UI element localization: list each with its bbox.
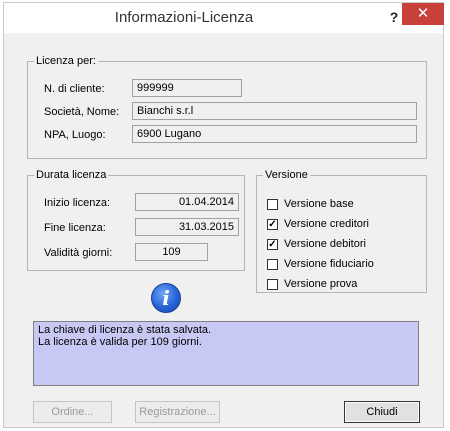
- version-fiduciary-label: Versione fiduciario: [284, 258, 374, 270]
- version-fiduciary-option[interactable]: Versione fiduciario: [267, 257, 374, 271]
- close-button[interactable]: ✕: [402, 3, 444, 25]
- version-debtors-option[interactable]: ✓ Versione debitori: [267, 237, 366, 251]
- title-bar: Informazioni-Licenza ? ✕: [4, 3, 444, 33]
- end-date-label: Fine licenza:: [44, 222, 106, 234]
- version-trial-checkbox[interactable]: [267, 278, 278, 290]
- start-date-label: Inizio licenza:: [44, 197, 111, 209]
- licensee-group-legend: Licenza per:: [36, 55, 96, 67]
- help-button[interactable]: ?: [384, 9, 404, 27]
- version-base-label: Versione base: [284, 198, 354, 210]
- info-icon: i: [151, 283, 181, 313]
- validity-days-label: Validità giorni:: [44, 247, 113, 259]
- version-creditors-checkbox[interactable]: ✓: [267, 218, 278, 230]
- version-group: Versione Versione base ✓ Versione credit…: [256, 169, 427, 293]
- customer-number-field: 999999: [132, 79, 242, 97]
- version-debtors-checkbox[interactable]: ✓: [267, 238, 278, 250]
- start-date-field: 01.04.2014: [135, 193, 239, 211]
- version-base-option[interactable]: Versione base: [267, 197, 354, 211]
- message-line: La chiave di licenza è stata salvata.: [38, 324, 212, 336]
- message-box: La chiave di licenza è stata salvata. La…: [33, 321, 419, 386]
- registration-button[interactable]: Registrazione...: [135, 401, 220, 423]
- version-base-checkbox[interactable]: [267, 198, 278, 210]
- validity-days-field: 109: [135, 243, 208, 261]
- duration-group-legend: Durata licenza: [36, 169, 107, 181]
- version-trial-option[interactable]: Versione prova: [267, 277, 357, 291]
- postal-city-label: NPA, Luogo:: [44, 129, 106, 141]
- version-trial-label: Versione prova: [284, 278, 358, 290]
- version-group-legend: Versione: [265, 169, 308, 181]
- close-dialog-button[interactable]: Chiudi: [344, 401, 420, 423]
- version-fiduciary-checkbox[interactable]: [267, 258, 278, 270]
- version-creditors-label: Versione creditori: [284, 218, 369, 230]
- version-debtors-label: Versione debitori: [284, 238, 366, 250]
- postal-city-field: 6900 Lugano: [132, 125, 417, 143]
- version-creditors-option[interactable]: ✓ Versione creditori: [267, 217, 369, 231]
- company-name-field: Bianchi s.r.l: [132, 102, 417, 120]
- order-button[interactable]: Ordine...: [33, 401, 112, 423]
- end-date-field: 31.03.2015: [135, 218, 239, 236]
- message-line: La licenza è valida per 109 giorni.: [38, 336, 202, 348]
- customer-number-label: N. di cliente:: [44, 83, 105, 95]
- dialog-title: Informazioni-Licenza: [114, 9, 254, 26]
- company-name-label: Società, Nome:: [44, 106, 120, 118]
- license-dialog: Informazioni-Licenza ? ✕ Licenza per: N.…: [3, 2, 444, 428]
